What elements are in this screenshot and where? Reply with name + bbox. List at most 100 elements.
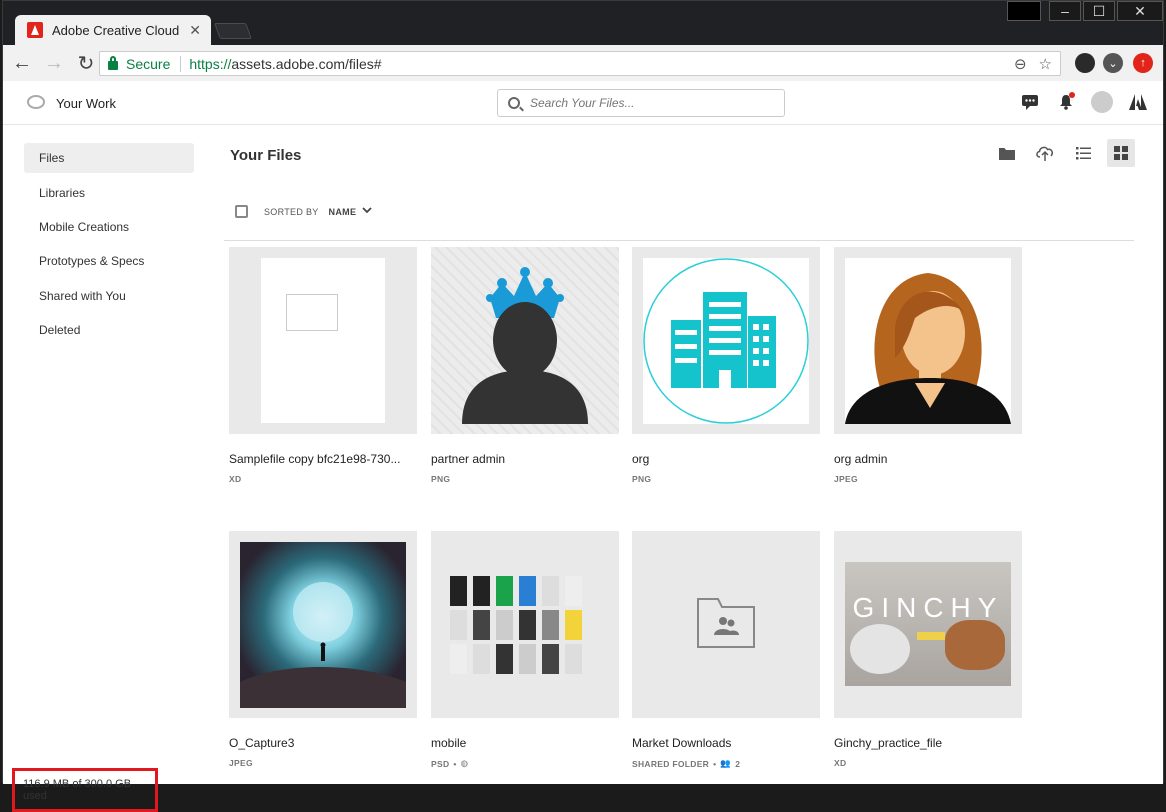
file-thumbnail[interactable] — [834, 247, 1022, 434]
file-type: JPEG — [229, 758, 253, 768]
page-title: Your Files — [230, 147, 302, 164]
notification-dot — [1069, 92, 1075, 98]
file-name[interactable]: Ginchy_practice_file — [834, 736, 1022, 750]
file-card[interactable]: mobile PSD • ◍ — [431, 531, 619, 769]
file-type: PNG — [431, 474, 451, 484]
file-card[interactable]: Samplefile copy bfc21e98-730... XD — [229, 247, 417, 484]
tab-close-icon[interactable]: ✕ — [189, 22, 201, 39]
close-window-button[interactable]: ✕ — [1117, 1, 1163, 21]
sidebar-item-files[interactable]: Files — [24, 143, 194, 173]
sort-field-dropdown[interactable]: NAME — [329, 207, 357, 217]
thumb-shape — [850, 624, 910, 674]
file-type: PSD — [431, 758, 450, 769]
file-type: XD — [229, 474, 242, 484]
select-all-checkbox[interactable] — [235, 205, 248, 218]
file-card[interactable]: GINCHY Ginchy_practice_file XD — [834, 531, 1022, 768]
xd-document-preview — [261, 258, 385, 423]
app-header: Your Work — [3, 81, 1163, 125]
chevron-down-icon[interactable] — [362, 206, 372, 217]
chat-icon[interactable] — [1019, 91, 1041, 113]
sidebar-item-libraries[interactable]: Libraries — [24, 178, 194, 208]
browser-window: Adobe Creative Cloud ✕ – ☐ ✕ ← → ↻ Secur… — [2, 0, 1164, 812]
file-type: XD — [834, 758, 847, 768]
file-type: JPEG — [834, 474, 858, 484]
profile-button[interactable] — [1007, 1, 1041, 21]
file-thumbnail[interactable]: GINCHY — [834, 531, 1022, 718]
extension-icon[interactable] — [1075, 53, 1095, 73]
sidebar-item-label: Shared with You — [39, 289, 126, 303]
reload-icon[interactable]: ↻ — [73, 50, 99, 76]
search-box[interactable] — [497, 89, 785, 117]
artboard-shape — [286, 294, 338, 331]
back-icon[interactable]: ← — [9, 50, 35, 76]
upload-extension-icon[interactable]: ↑ — [1133, 53, 1153, 73]
sidebar-item-label: Libraries — [39, 186, 86, 200]
file-name[interactable]: Samplefile copy bfc21e98-730... — [229, 452, 417, 466]
file-card[interactable]: org PNG — [632, 247, 820, 484]
sidebar-item-prototypes-specs[interactable]: Prototypes & Specs — [24, 246, 194, 276]
file-thumbnail[interactable] — [632, 531, 820, 718]
sidebar-item-label: Files — [39, 151, 65, 165]
file-card[interactable]: Market Downloads SHARED FOLDER • 👥 2 — [632, 531, 820, 769]
search-icon — [508, 97, 520, 109]
sidebar-item-mobile-creations[interactable]: Mobile Creations — [24, 212, 194, 242]
grid-view-icon[interactable] — [1107, 139, 1135, 167]
app-title[interactable]: Your Work — [56, 96, 116, 111]
new-tab-button[interactable] — [214, 23, 252, 39]
url-text: assets.adobe.com/files# — [231, 55, 382, 72]
file-thumbnail[interactable] — [431, 247, 619, 434]
separator-dot: • — [713, 758, 717, 769]
file-card[interactable]: partner admin PNG — [431, 247, 619, 484]
org-building-image — [643, 258, 809, 424]
ginchy-image: GINCHY — [845, 562, 1011, 686]
sidebar-item-label: Mobile Creations — [39, 220, 130, 234]
shared-folder-icon — [697, 598, 755, 648]
file-name[interactable]: partner admin — [431, 452, 619, 466]
file-name[interactable]: Market Downloads — [632, 736, 820, 750]
bookmark-star-icon[interactable]: ☆ — [1039, 55, 1052, 73]
title-bar: Adobe Creative Cloud ✕ – ☐ ✕ — [3, 1, 1163, 45]
file-name[interactable]: org — [632, 452, 820, 466]
window-controls: – ☐ ✕ — [1005, 1, 1163, 21]
search-input[interactable] — [530, 96, 760, 110]
globe-icon: ◍ — [460, 758, 469, 768]
lock-icon — [108, 56, 118, 70]
avatar[interactable] — [1091, 91, 1113, 113]
forward-icon[interactable]: → — [41, 50, 67, 76]
divider — [180, 55, 182, 72]
browser-tab[interactable]: Adobe Creative Cloud ✕ — [15, 15, 211, 45]
file-name[interactable]: O_Capture3 — [229, 736, 417, 750]
file-card[interactable]: org admin JPEG — [834, 247, 1022, 484]
page: Your Work Files Librarie — [3, 81, 1163, 812]
sidebar-item-deleted[interactable]: Deleted — [24, 315, 194, 345]
shared-count: 2 — [735, 758, 741, 769]
thumb-button-shape — [917, 632, 945, 640]
address-bar[interactable]: Secure https:// assets.adobe.com/files# … — [99, 51, 1061, 76]
notification-bell-icon[interactable] — [1055, 91, 1077, 113]
file-thumbnail[interactable] — [632, 247, 820, 434]
thumb-shape — [945, 620, 1005, 670]
pocket-icon[interactable]: ⌄ — [1103, 53, 1123, 73]
file-type: SHARED FOLDER — [632, 758, 710, 769]
adobe-logo-icon[interactable] — [1127, 91, 1149, 113]
upload-icon[interactable] — [1031, 139, 1059, 167]
adobe-logo-icon — [27, 22, 43, 38]
sidebar-item-shared-with-you[interactable]: Shared with You — [24, 281, 194, 311]
file-thumbnail[interactable] — [431, 531, 619, 718]
url-scheme: https:// — [189, 55, 232, 72]
o-capture3-image — [240, 542, 406, 708]
maximize-button[interactable]: ☐ — [1083, 1, 1115, 21]
file-thumbnail[interactable] — [229, 247, 417, 434]
file-thumbnail[interactable] — [229, 531, 417, 718]
storage-usage: 116.9 MB of 300.0 GB used — [12, 768, 158, 812]
divider — [224, 240, 1134, 241]
file-name[interactable]: mobile — [431, 736, 619, 750]
tab-title: Adobe Creative Cloud — [52, 22, 180, 38]
file-card[interactable]: O_Capture3 JPEG — [229, 531, 417, 768]
list-view-icon[interactable] — [1069, 139, 1097, 167]
sorted-by-label: SORTED BY — [264, 206, 319, 217]
zoom-icon[interactable]: ⊖ — [1014, 55, 1027, 73]
new-folder-icon[interactable] — [993, 139, 1021, 167]
file-name[interactable]: org admin — [834, 452, 1022, 466]
minimize-button[interactable]: – — [1049, 1, 1081, 21]
